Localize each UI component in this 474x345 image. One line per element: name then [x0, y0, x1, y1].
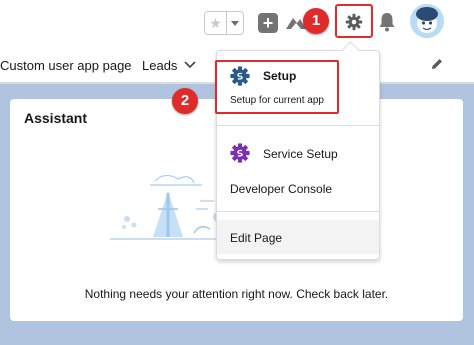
chevron-down-icon[interactable]	[184, 60, 196, 70]
service-setup-menu-item[interactable]: Service Setup	[263, 147, 338, 161]
setup-item-highlight	[215, 60, 339, 114]
edit-page-label: Edit Page	[230, 231, 283, 245]
assistant-title: Assistant	[24, 110, 88, 126]
gear-icon[interactable]	[345, 13, 363, 31]
empty-state-message: Nothing needs your attention right now. …	[84, 287, 389, 301]
bell-icon[interactable]	[378, 12, 396, 32]
step-1-badge: 1	[303, 8, 329, 34]
avatar[interactable]	[410, 4, 444, 38]
global-header: ★ +	[0, 0, 474, 48]
star-icon[interactable]: ★	[205, 12, 227, 34]
service-setup-gear-icon	[230, 143, 250, 163]
step-2-badge: 2	[172, 88, 198, 114]
edit-page-menu-item[interactable]: Edit Page	[217, 220, 379, 254]
menu-divider	[217, 125, 379, 126]
developer-console-menu-item[interactable]: Developer Console	[230, 182, 332, 196]
menu-divider	[217, 211, 379, 212]
pencil-icon[interactable]	[430, 57, 444, 71]
global-actions-button[interactable]: +	[258, 13, 278, 33]
nav-item-custom-user-app-page[interactable]: Custom user app page	[0, 58, 132, 73]
setup-menu: Setup Setup for current app Service Setu…	[215, 41, 380, 260]
favorites-button-group: ★	[204, 11, 244, 35]
chevron-down-icon[interactable]	[227, 12, 243, 34]
nav-item-leads[interactable]: Leads	[142, 58, 177, 73]
